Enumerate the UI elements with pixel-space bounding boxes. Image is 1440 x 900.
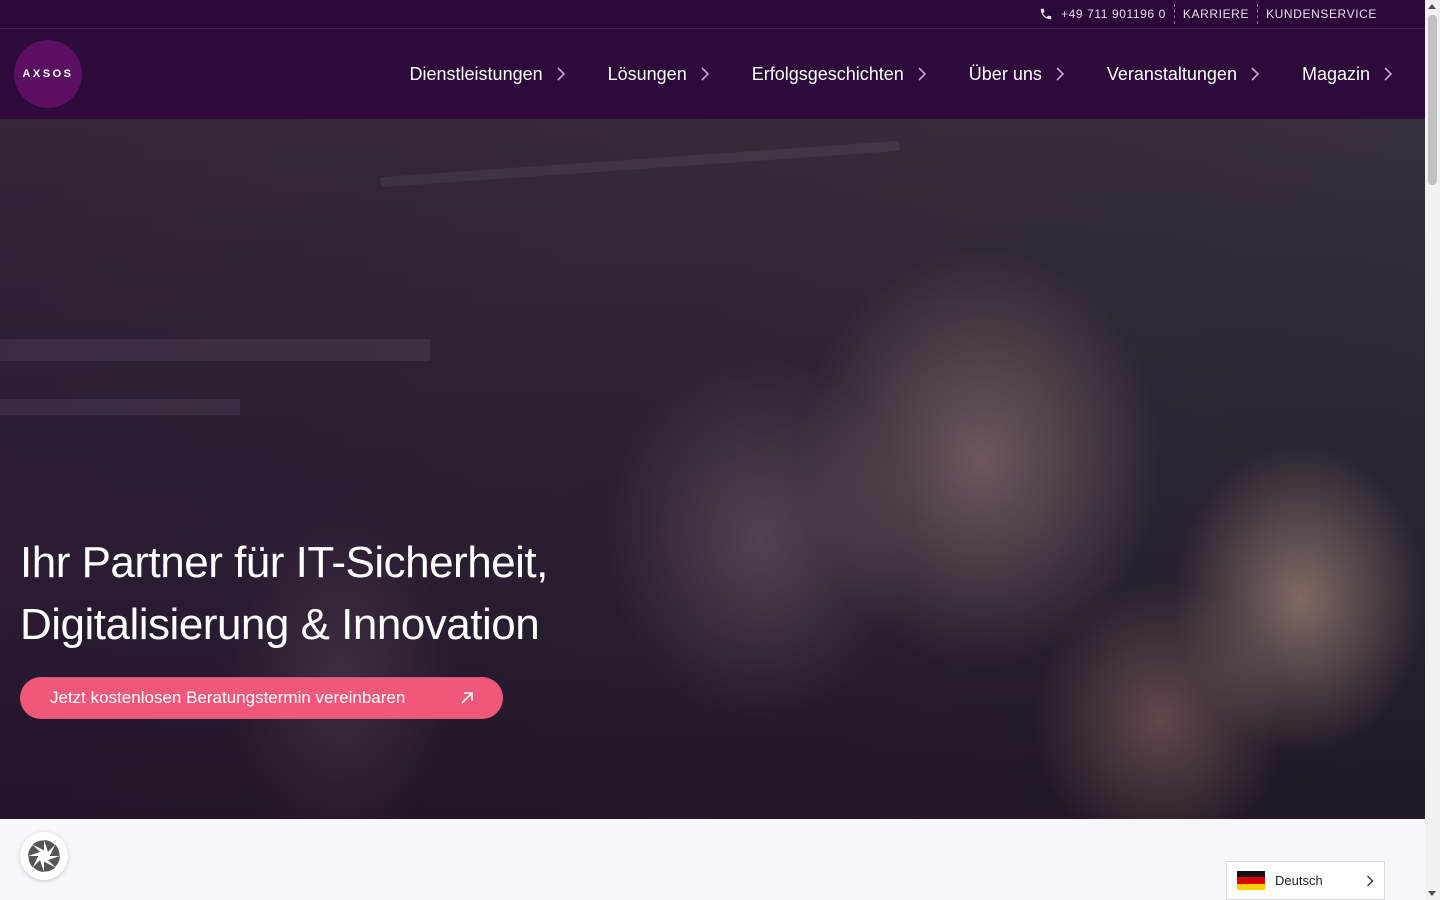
nav-item-ueber-uns[interactable]: Über uns (969, 64, 1065, 85)
nav-item-loesungen[interactable]: Lösungen (608, 64, 710, 85)
axsos-logo[interactable]: AXSOS (14, 40, 82, 108)
content-section (0, 819, 1425, 900)
hero-banner: Ihr Partner für IT-Sicherheit, Digitalis… (0, 119, 1425, 819)
karriere-link[interactable]: KARRIERE (1175, 4, 1257, 24)
arrow-up-right-icon (461, 692, 473, 704)
scroll-down-arrow-icon[interactable] (1428, 891, 1436, 896)
nav-item-magazin[interactable]: Magazin (1302, 64, 1393, 85)
chevron-right-icon (557, 67, 565, 81)
top-bar: +49 711 901196 0 KARRIERE KUNDENSERVICE (0, 0, 1425, 29)
nav-item-dienstleistungen[interactable]: Dienstleistungen (410, 64, 566, 85)
nav-menu: Dienstleistungen Lösungen Erfolgsgeschic… (368, 29, 1393, 119)
language-label: Deutsch (1275, 873, 1323, 888)
chevron-right-icon (1056, 67, 1064, 81)
scroll-up-arrow-icon[interactable] (1428, 4, 1436, 9)
nav-item-veranstaltungen[interactable]: Veranstaltungen (1107, 64, 1260, 85)
chevron-right-icon (1367, 875, 1374, 887)
hero-title-line-1: Ihr Partner für IT-Sicherheit, (20, 538, 548, 587)
page: +49 711 901196 0 KARRIERE KUNDENSERVICE … (0, 0, 1425, 900)
chevron-right-icon (918, 67, 926, 81)
nav-item-label: Dienstleistungen (409, 63, 543, 84)
logo-text: AXSOS (22, 68, 74, 80)
vertical-scrollbar[interactable] (1425, 0, 1440, 900)
hero-title: Ihr Partner für IT-Sicherheit, Digitalis… (20, 532, 720, 656)
cookie-settings-icon (28, 840, 60, 872)
main-navigation: AXSOS Dienstleistungen Lösungen Erfolgsg… (0, 29, 1425, 119)
phone-icon (1040, 8, 1052, 20)
hero-title-line-2: Digitalisierung & Innovation (20, 600, 540, 649)
cta-label: Jetzt kostenlosen Beratungstermin verein… (50, 688, 406, 707)
nav-item-erfolgsgeschichten[interactable]: Erfolgsgeschichten (752, 64, 927, 85)
nav-item-label: Über uns (968, 63, 1042, 84)
nav-item-label: Lösungen (607, 63, 687, 84)
book-consultation-button[interactable]: Jetzt kostenlosen Beratungstermin verein… (20, 677, 503, 719)
language-selector[interactable]: Deutsch (1226, 861, 1385, 900)
chevron-right-icon (1384, 67, 1393, 81)
scroll-thumb[interactable] (1428, 15, 1437, 185)
kundenservice-link[interactable]: KUNDENSERVICE (1258, 4, 1385, 24)
phone-number: +49 711 901196 0 (1060, 7, 1166, 21)
phone-link[interactable]: +49 711 901196 0 (1031, 4, 1174, 24)
nav-item-label: Magazin (1301, 63, 1370, 84)
chevron-right-icon (1251, 67, 1260, 81)
de-flag-icon (1237, 871, 1265, 890)
nav-item-label: Veranstaltungen (1106, 63, 1237, 84)
nav-item-label: Erfolgsgeschichten (751, 63, 904, 84)
cookie-settings-button[interactable] (20, 832, 68, 880)
chevron-right-icon (701, 67, 709, 81)
